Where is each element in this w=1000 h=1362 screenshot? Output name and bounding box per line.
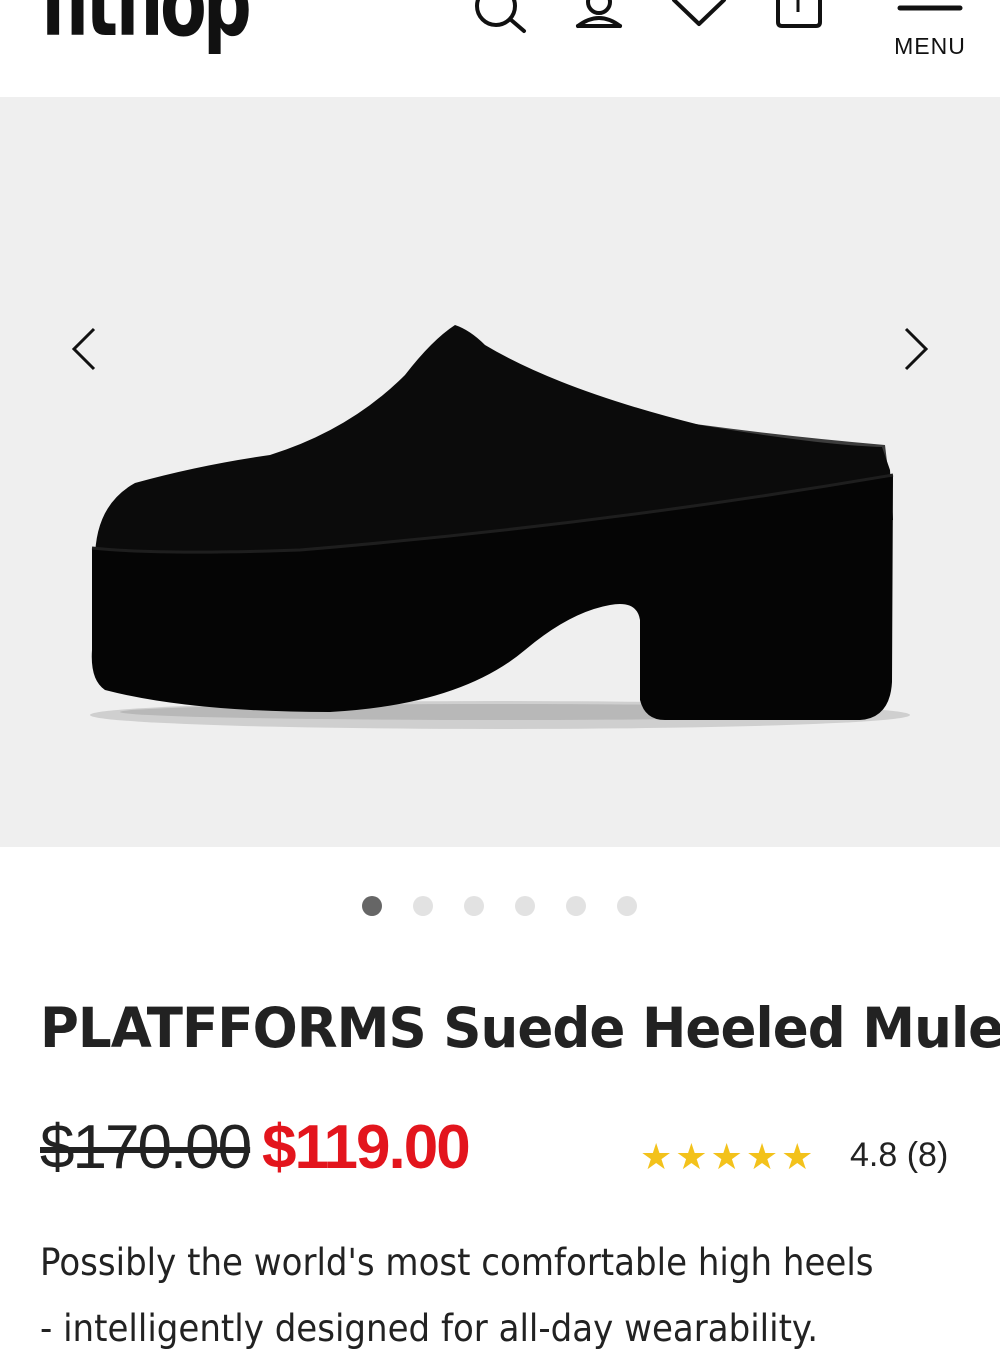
carousel-dot[interactable] — [617, 896, 637, 916]
rating-summary[interactable]: 4.8 (8) — [850, 1136, 948, 1175]
carousel-dot[interactable] — [464, 896, 484, 916]
chevron-right-icon[interactable] — [890, 325, 940, 375]
search-icon[interactable] — [470, 0, 530, 40]
hamburger-menu-icon — [897, 5, 963, 11]
shopping-bag-icon[interactable] — [770, 0, 830, 40]
original-price: $170.00 — [40, 1113, 252, 1182]
carousel-dot[interactable] — [413, 896, 433, 916]
menu-button[interactable]: MENU — [892, 0, 968, 80]
carousel-dot[interactable] — [515, 896, 535, 916]
product-image[interactable] — [0, 97, 1000, 847]
product-image-gallery[interactable] — [0, 97, 1000, 847]
rating-stars[interactable]: ★★★★★ — [640, 1136, 816, 1178]
sale-price: $119.00 — [262, 1113, 471, 1182]
carousel-dot[interactable] — [362, 896, 382, 916]
menu-label: MENU — [894, 33, 966, 59]
wishlist-heart-icon[interactable] — [670, 0, 730, 40]
brand-logo[interactable]: fitflop — [40, 0, 252, 50]
account-icon[interactable] — [570, 0, 630, 40]
product-description: Possibly the world's most comfortable hi… — [40, 1241, 874, 1350]
carousel-dot[interactable] — [566, 896, 586, 916]
chevron-left-icon[interactable] — [60, 325, 110, 375]
site-header: fitflop MENU — [0, 0, 1000, 97]
carousel-pagination — [362, 896, 642, 920]
product-title: PLATFFORMS Suede Heeled Mules — [40, 996, 1000, 1060]
